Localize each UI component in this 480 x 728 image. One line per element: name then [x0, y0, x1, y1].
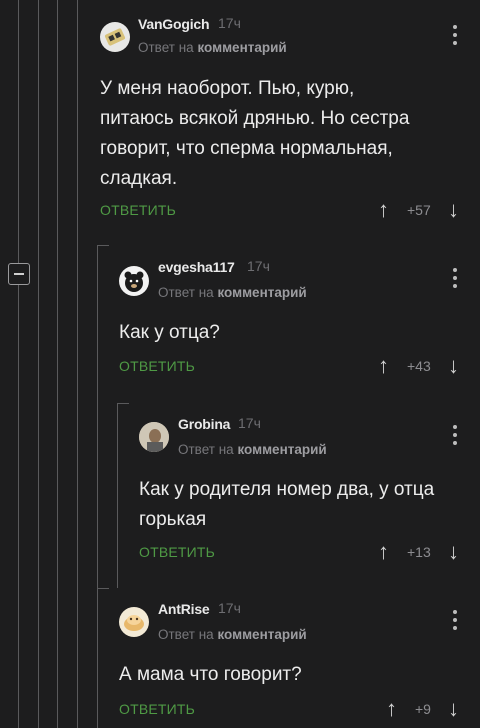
reply-prefix: Ответ на — [158, 285, 214, 300]
reply-meta: Ответ на комментарий — [178, 442, 327, 457]
comment-username[interactable]: evgesha117 — [158, 259, 235, 275]
reply-button[interactable]: ОТВЕТИТЬ — [139, 544, 215, 560]
comment-username[interactable]: AntRise — [158, 601, 210, 617]
reply-button[interactable]: ОТВЕТИТЬ — [100, 202, 176, 218]
thread-line — [57, 0, 58, 728]
comment-text-line: питаюсь всякой дрянью. Но сестра — [100, 108, 410, 129]
thread-branch — [117, 403, 129, 404]
avatar[interactable] — [139, 422, 169, 452]
comment-text-line: А мама что говорит? — [119, 664, 302, 685]
comment-score: +43 — [407, 358, 431, 374]
comment-text-line: У меня наоборот. Пью, курю, — [100, 78, 355, 99]
reply-prefix: Ответ на — [178, 442, 234, 457]
comment-time: 17ч — [218, 600, 241, 616]
vote-controls: ↑ +43 ↓ — [378, 355, 470, 379]
comment-text: У меня наоборот. Пью, курю, питаюсь всяк… — [100, 74, 470, 194]
comment-time: 17ч — [247, 258, 270, 274]
reply-button[interactable]: ОТВЕТИТЬ — [119, 358, 195, 374]
collapse-thread-button[interactable] — [8, 263, 30, 285]
comment-text: Как у отца? — [119, 318, 469, 348]
comment-text-line: Как у родителя номер два, у отца — [139, 479, 435, 500]
comment-text-line: Как у отца? — [119, 322, 220, 343]
reply-meta: Ответ на комментарий — [158, 285, 307, 300]
thread-line — [38, 0, 39, 728]
comment-username[interactable]: VanGogich — [138, 16, 210, 32]
reply-meta: Ответ на комментарий — [158, 627, 307, 642]
comments-page: { "comments": [ { "username": "VanGogich… — [0, 0, 480, 728]
comment-text: А мама что говорит? — [119, 660, 469, 690]
comment-time: 17ч — [238, 415, 261, 431]
thread-line — [117, 403, 118, 588]
comment-time: 17ч — [218, 15, 241, 31]
reply-meta: Ответ на комментарий — [138, 40, 287, 55]
reply-target-link[interactable]: комментарий — [197, 40, 286, 55]
kebab-menu-icon[interactable] — [452, 268, 458, 290]
comment-score: +9 — [415, 701, 431, 717]
reply-target-link[interactable]: комментарий — [217, 285, 306, 300]
vote-controls: ↑ +13 ↓ — [378, 541, 470, 565]
upvote-arrow-icon[interactable]: ↑ — [378, 355, 389, 377]
reply-target-link[interactable]: комментарий — [217, 627, 306, 642]
thread-branch — [97, 245, 109, 246]
thread-branch — [97, 588, 109, 589]
comment-text: Как у родителя номер два, у отца горькая — [139, 475, 474, 535]
downvote-arrow-icon[interactable]: ↓ — [448, 541, 459, 563]
kebab-menu-icon[interactable] — [452, 25, 458, 47]
thread-line — [77, 0, 78, 728]
comment-score: +13 — [407, 544, 431, 560]
avatar[interactable] — [119, 607, 149, 637]
collapse-icon — [14, 273, 24, 275]
thread-line — [97, 245, 98, 728]
avatar[interactable] — [119, 266, 149, 296]
upvote-arrow-icon[interactable]: ↑ — [378, 199, 389, 221]
reply-button[interactable]: ОТВЕТИТЬ — [119, 701, 195, 717]
downvote-arrow-icon[interactable]: ↓ — [448, 355, 459, 377]
comment-username[interactable]: Grobina — [178, 416, 230, 432]
comment-text-line: сладкая. — [100, 168, 178, 189]
comment-text-line: горькая — [139, 509, 207, 530]
kebab-menu-icon[interactable] — [452, 610, 458, 632]
upvote-arrow-icon[interactable]: ↑ — [386, 698, 397, 720]
reply-prefix: Ответ на — [158, 627, 214, 642]
downvote-arrow-icon[interactable]: ↓ — [448, 199, 459, 221]
downvote-arrow-icon[interactable]: ↓ — [448, 698, 459, 720]
vote-controls: ↑ +9 ↓ — [386, 698, 470, 722]
thread-line — [18, 0, 19, 728]
reply-target-link[interactable]: комментарий — [237, 442, 326, 457]
upvote-arrow-icon[interactable]: ↑ — [378, 541, 389, 563]
comment-score: +57 — [407, 202, 431, 218]
comment-text-line: говорит, что сперма нормальная, — [100, 138, 393, 159]
avatar[interactable] — [100, 22, 130, 52]
reply-prefix: Ответ на — [138, 40, 194, 55]
vote-controls: ↑ +57 ↓ — [378, 199, 470, 223]
kebab-menu-icon[interactable] — [452, 425, 458, 447]
